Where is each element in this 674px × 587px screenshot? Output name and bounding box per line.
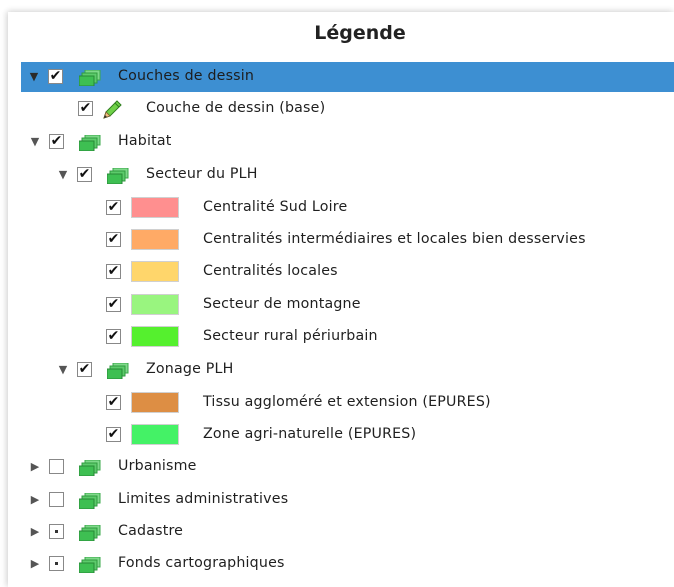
- tree-label: Habitat: [118, 133, 172, 149]
- color-swatch: [131, 424, 179, 445]
- tree-row-cadastre[interactable]: ▶ Cadastre: [0, 517, 674, 547]
- layer-group-icon: [79, 493, 101, 509]
- tree-row-secteur-rural-periurbain[interactable]: ✔ Secteur rural périurbain: [0, 322, 674, 352]
- layer-group-icon: [79, 135, 101, 151]
- expand-arrow-icon[interactable]: ▶: [29, 558, 41, 570]
- layer-group-icon: [79, 557, 101, 573]
- checkbox-icon[interactable]: ✔: [106, 395, 121, 410]
- tree-row-limites-administratives[interactable]: ▶ Limites administratives: [0, 485, 674, 515]
- color-swatch: [131, 261, 179, 282]
- checkbox-icon[interactable]: ✔: [106, 264, 121, 279]
- tree-label: Fonds cartographiques: [118, 555, 285, 571]
- tree-label: Centralités intermédiaires et locales bi…: [203, 231, 586, 247]
- color-swatch: [131, 392, 179, 413]
- color-swatch: [131, 294, 179, 315]
- checkbox-icon[interactable]: ✔: [77, 167, 92, 182]
- tree-row-centralites-locales[interactable]: ✔ Centralités locales: [0, 257, 674, 287]
- tree-row-couche-de-dessin-base[interactable]: ✔ Couche de dessin (base): [0, 94, 674, 124]
- layer-group-icon: [79, 525, 101, 541]
- expand-arrow-icon[interactable]: ▶: [29, 461, 41, 473]
- checkbox-icon[interactable]: ✔: [48, 69, 63, 84]
- tree-row-couches-de-dessin[interactable]: ▼ ✔ Couches de dessin: [21, 62, 674, 92]
- tree-label: Secteur du PLH: [146, 166, 258, 182]
- expand-arrow-icon[interactable]: ▶: [29, 526, 41, 538]
- tree-row-fonds-cartographiques[interactable]: ▶ Fonds cartographiques: [0, 549, 674, 575]
- checkbox-icon[interactable]: ✔: [106, 329, 121, 344]
- tree-row-centralites-intermediaires[interactable]: ✔ Centralités intermédiaires et locales …: [0, 225, 674, 255]
- checkbox-icon[interactable]: ✔: [106, 297, 121, 312]
- tree-label: Centralités locales: [203, 263, 338, 279]
- tree-label: Secteur rural périurbain: [203, 328, 378, 344]
- color-swatch: [131, 326, 179, 347]
- checkbox-icon[interactable]: ✔: [77, 362, 92, 377]
- expand-arrow-icon[interactable]: ▶: [29, 494, 41, 506]
- expand-arrow-icon[interactable]: ▼: [57, 364, 69, 376]
- checkbox-icon[interactable]: ✔: [106, 232, 121, 247]
- color-swatch: [131, 197, 179, 218]
- tree-label: Zone agri-naturelle (EPURES): [203, 426, 417, 442]
- tree-label: Limites administratives: [118, 491, 289, 507]
- checkbox-icon[interactable]: [49, 556, 64, 571]
- tree-row-urbanisme[interactable]: ▶ Urbanisme: [0, 452, 674, 482]
- layer-group-icon: [107, 168, 129, 184]
- checkbox-icon[interactable]: ✔: [106, 427, 121, 442]
- tree-label: Centralité Sud Loire: [203, 199, 348, 215]
- checkbox-icon[interactable]: [49, 459, 64, 474]
- pencil-icon: [103, 100, 122, 119]
- expand-arrow-icon[interactable]: ▼: [29, 136, 41, 148]
- layer-group-icon: [79, 70, 101, 86]
- tree-row-habitat[interactable]: ▼ ✔ Habitat: [0, 127, 674, 157]
- tree-label: Couches de dessin: [118, 68, 255, 84]
- tree-row-tissu-agglomere[interactable]: ✔ Tissu aggloméré et extension (EPURES): [0, 388, 674, 418]
- tree-row-centralite-sud-loire[interactable]: ✔ Centralité Sud Loire: [0, 193, 674, 223]
- expand-arrow-icon[interactable]: ▼: [28, 71, 40, 83]
- checkbox-icon[interactable]: ✔: [106, 200, 121, 215]
- layer-tree: ▼ ✔ Couches de dessin ✔ Couche de dessin…: [0, 0, 674, 575]
- layer-group-icon: [79, 460, 101, 476]
- tree-label: Couche de dessin (base): [146, 100, 326, 116]
- tree-label: Tissu aggloméré et extension (EPURES): [203, 394, 491, 410]
- checkbox-icon[interactable]: ✔: [78, 101, 93, 116]
- layer-group-icon: [107, 363, 129, 379]
- expand-arrow-icon[interactable]: ▼: [57, 169, 69, 181]
- tree-row-zone-agri-naturelle[interactable]: ✔ Zone agri-naturelle (EPURES): [0, 420, 674, 450]
- tree-label: Zonage PLH: [146, 361, 234, 377]
- tree-row-secteur-de-montagne[interactable]: ✔ Secteur de montagne: [0, 290, 674, 320]
- tree-row-zonage-plh[interactable]: ▼ ✔ Zonage PLH: [0, 355, 674, 385]
- tree-label: Urbanisme: [118, 458, 197, 474]
- checkbox-icon[interactable]: ✔: [49, 134, 64, 149]
- tree-label: Secteur de montagne: [203, 296, 361, 312]
- tree-label: Cadastre: [118, 523, 184, 539]
- tree-row-secteur-du-plh[interactable]: ▼ ✔ Secteur du PLH: [0, 160, 674, 190]
- color-swatch: [131, 229, 179, 250]
- checkbox-icon[interactable]: [49, 524, 64, 539]
- checkbox-icon[interactable]: [49, 492, 64, 507]
